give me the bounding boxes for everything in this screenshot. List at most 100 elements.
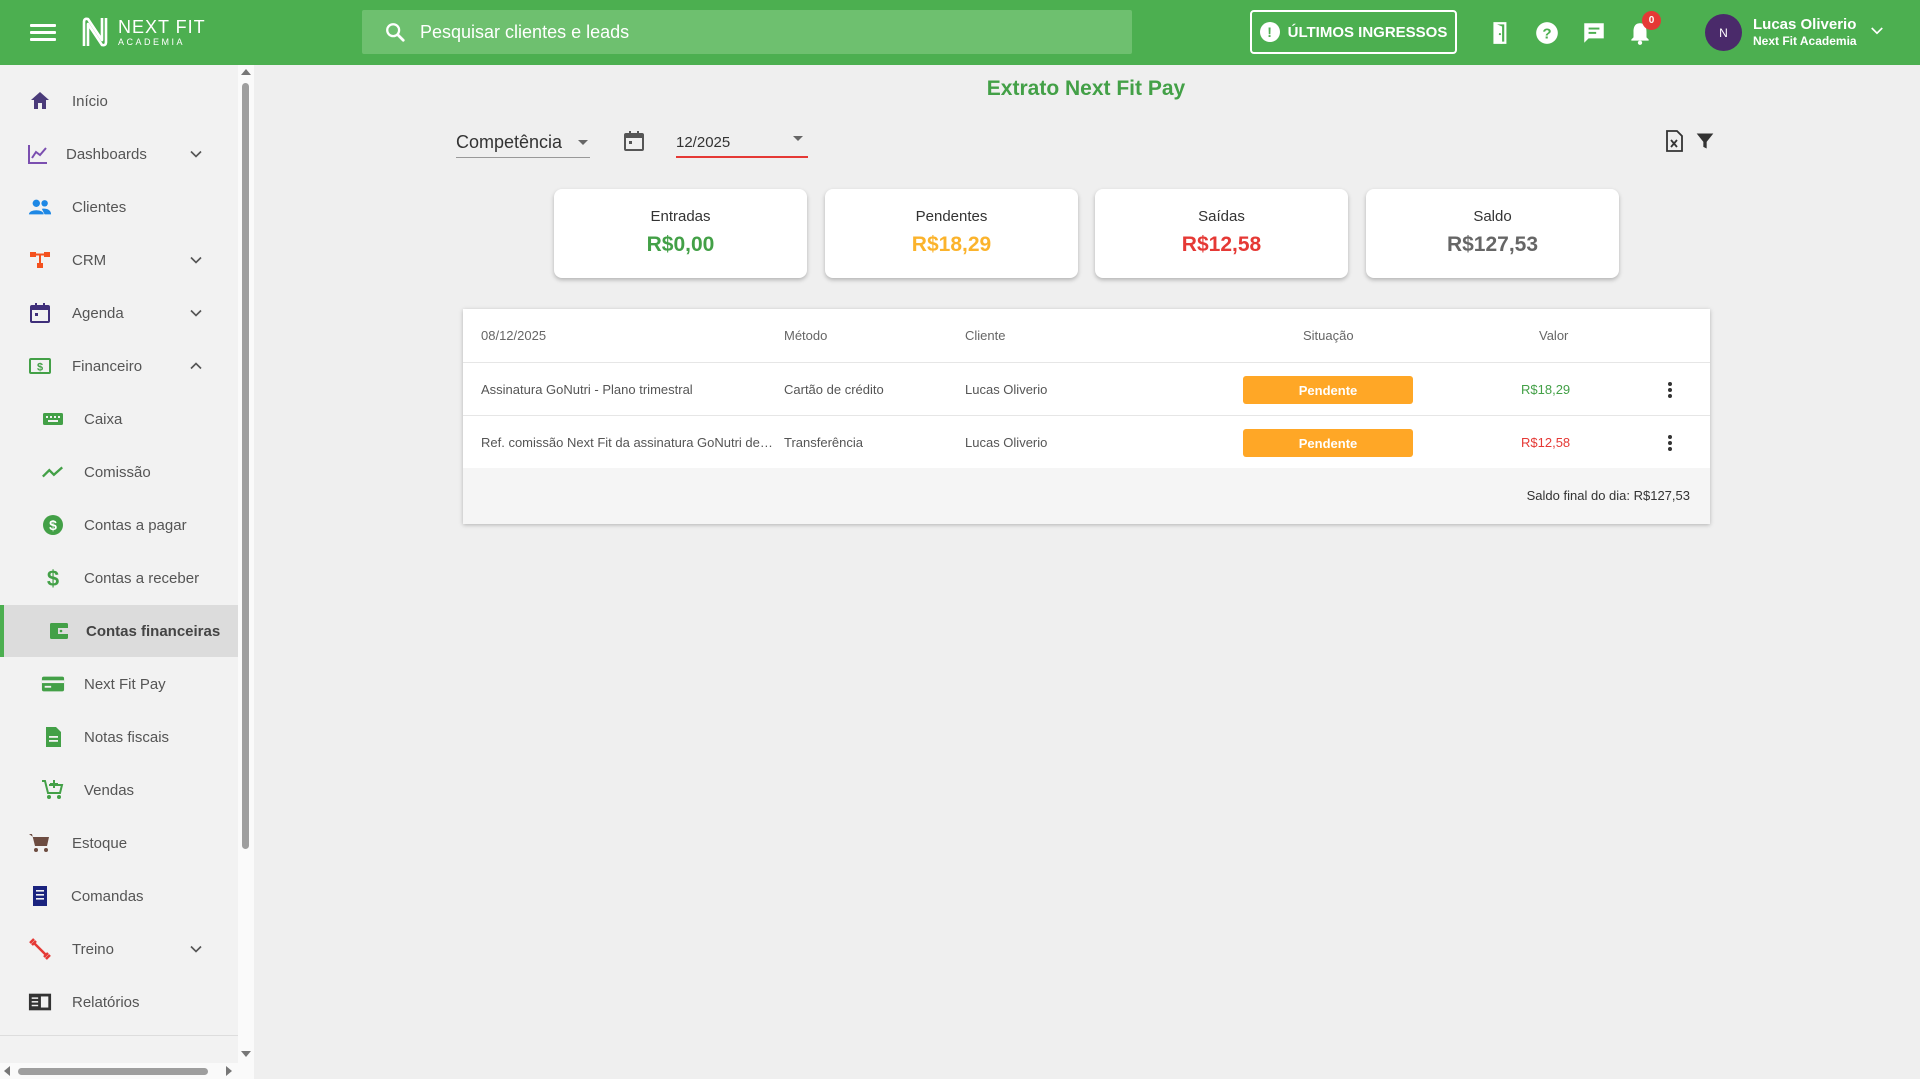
card-value: R$18,29 — [911, 233, 992, 256]
chevron-down-icon[interactable] — [1868, 22, 1886, 40]
cart-icon — [28, 831, 52, 855]
sidebar-item-estoque[interactable]: Estoque — [0, 817, 238, 869]
sidebar-item-label: Relatórios — [72, 993, 140, 1011]
sidebar-item-label: Agenda — [72, 304, 124, 322]
status-badge[interactable]: Pendente — [1243, 429, 1413, 457]
summary-card-pendentes: Pendentes R$18,29 — [825, 189, 1078, 278]
sidebar-item-relatorios[interactable]: Relatórios — [0, 976, 238, 1028]
sidebar-item-contas-financeiras[interactable]: Contas financeiras — [0, 605, 238, 657]
card-title: Saldo — [1473, 208, 1512, 225]
period-type-select[interactable]: Competência — [456, 126, 590, 158]
sidebar-item-label: Comissão — [84, 463, 151, 481]
avatar[interactable]: N — [1705, 14, 1742, 51]
filter-icon[interactable] — [1695, 131, 1715, 151]
sidebar-item-comissao[interactable]: Comissão — [0, 446, 238, 498]
daily-balance: Saldo final do dia: R$127,53 — [1526, 488, 1690, 503]
search-input[interactable] — [420, 21, 1100, 43]
table-row[interactable]: Assinatura GoNutri - Plano trimestral Ca… — [463, 363, 1710, 416]
chat-icon[interactable] — [1581, 20, 1607, 46]
sidebar-vertical-scrollbar[interactable] — [238, 65, 254, 1065]
chevron-down-icon — [190, 945, 202, 953]
door-exit-icon[interactable] — [1488, 20, 1514, 46]
row-method: Transferência — [784, 435, 863, 450]
statement-table: 08/12/2025 Método Cliente Situação Valor… — [463, 309, 1710, 524]
sidebar-item-agenda[interactable]: Agenda — [0, 287, 238, 339]
page-title: Extrato Next Fit Pay — [986, 77, 1186, 100]
more-options-icon[interactable] — [1666, 380, 1674, 400]
status-badge[interactable]: Pendente — [1243, 376, 1413, 404]
sidebar-item-clientes[interactable]: Clientes — [0, 181, 238, 233]
logo[interactable]: NEXT FIT ACADEMIA — [80, 16, 206, 48]
crm-icon — [28, 248, 52, 272]
sidebar-item-label: Dashboards — [66, 145, 147, 163]
menu-icon[interactable] — [30, 20, 56, 44]
sidebar-item-label: Início — [72, 92, 108, 110]
ultimos-ingressos-button[interactable]: ! ÚLTIMOS INGRESSOS — [1250, 10, 1457, 54]
people-icon — [28, 195, 52, 219]
scrollbar-thumb[interactable] — [18, 1068, 208, 1075]
sidebar-item-label: Treino — [72, 940, 114, 958]
calendar-icon[interactable] — [622, 129, 646, 153]
table-row[interactable]: Ref. comissão Next Fit da assinatura GoN… — [463, 416, 1710, 469]
row-client: Lucas Oliverio — [965, 435, 1048, 450]
sidebar-item-caixa[interactable]: Caixa — [0, 393, 238, 445]
help-icon[interactable]: ? — [1534, 20, 1560, 46]
scroll-left-arrow-icon[interactable] — [4, 1066, 10, 1076]
sidebar-item-crm[interactable]: CRM — [0, 234, 238, 286]
scroll-up-arrow-icon[interactable] — [241, 69, 251, 75]
period-date-select[interactable]: 12/2025 — [676, 126, 808, 158]
sidebar-item-next-fit-pay[interactable]: Next Fit Pay — [0, 658, 238, 710]
excel-export-icon[interactable] — [1664, 130, 1684, 152]
row-value: R$18,29 — [1521, 382, 1571, 397]
search-bar[interactable] — [362, 10, 1132, 54]
sidebar-item-label: Contas a receber — [84, 569, 200, 587]
dollar-icon: $ — [41, 566, 65, 590]
card-value: R$0,00 — [646, 233, 715, 256]
sidebar-item-label: Notas fiscais — [84, 728, 170, 746]
scroll-down-arrow-icon[interactable] — [241, 1051, 251, 1057]
user-info[interactable]: Lucas Oliverio Next Fit Academia — [1753, 16, 1857, 48]
card-value: R$127,53 — [1446, 233, 1539, 256]
row-description: Assinatura GoNutri - Plano trimestral — [481, 382, 693, 397]
logo-mark-icon — [82, 17, 108, 47]
row-value: R$12,58 — [1521, 435, 1571, 450]
row-description: Ref. comissão Next Fit da assinatura GoN… — [481, 435, 773, 450]
column-header-status: Situação — [1303, 328, 1354, 343]
chevron-up-icon — [190, 362, 202, 370]
sidebar-item-vendas[interactable]: Vendas — [0, 764, 238, 816]
sidebar-item-contas-a-pagar[interactable]: $ Contas a pagar — [0, 499, 238, 551]
user-academy: Next Fit Academia — [1753, 34, 1857, 48]
sidebar-item-label: Caixa — [84, 410, 123, 428]
scrollbar-thumb[interactable] — [242, 83, 249, 849]
money-icon: $ — [28, 354, 52, 378]
user-name: Lucas Oliverio — [1753, 16, 1857, 33]
notification-badge: 0 — [1642, 11, 1661, 30]
card-value: R$12,58 — [1181, 233, 1262, 256]
report-icon — [28, 990, 52, 1014]
caret-down-icon — [793, 136, 803, 141]
sidebar-item-label: Comandas — [71, 887, 144, 905]
sidebar-item-notas-fiscais[interactable]: Notas fiscais — [0, 711, 238, 763]
sidebar-item-comandas[interactable]: Comandas — [0, 870, 238, 922]
scroll-right-arrow-icon[interactable] — [226, 1066, 232, 1076]
sidebar-horizontal-scrollbar[interactable] — [0, 1063, 254, 1079]
column-header-client: Cliente — [965, 328, 1006, 343]
calendar-icon — [28, 301, 52, 325]
sidebar-item-treino[interactable]: Treino — [0, 923, 238, 975]
top-bar: NEXT FIT ACADEMIA ! ÚLTIMOS INGRESSOS ? … — [0, 0, 1920, 65]
sidebar-item-inicio[interactable]: Início — [0, 75, 238, 127]
sidebar-item-dashboards[interactable]: Dashboards — [0, 128, 238, 180]
column-header-date: 08/12/2025 — [481, 328, 547, 343]
row-method: Cartão de crédito — [784, 382, 884, 397]
sidebar-item-label: Contas financeiras — [86, 622, 221, 640]
sidebar-item-label: Clientes — [72, 198, 127, 216]
sidebar-item-contas-a-receber[interactable]: $ Contas a receber — [0, 552, 238, 604]
sidebar-item-financeiro[interactable]: $ Financeiro — [0, 340, 238, 392]
svg-text:$: $ — [47, 566, 59, 590]
search-icon — [386, 23, 405, 42]
dumbbell-icon — [28, 937, 52, 961]
more-options-icon[interactable] — [1666, 433, 1674, 453]
chevron-down-icon — [190, 256, 202, 264]
sidebar-item-label: Financeiro — [72, 357, 143, 375]
table-footer: Saldo final do dia: R$127,53 — [463, 468, 1710, 524]
